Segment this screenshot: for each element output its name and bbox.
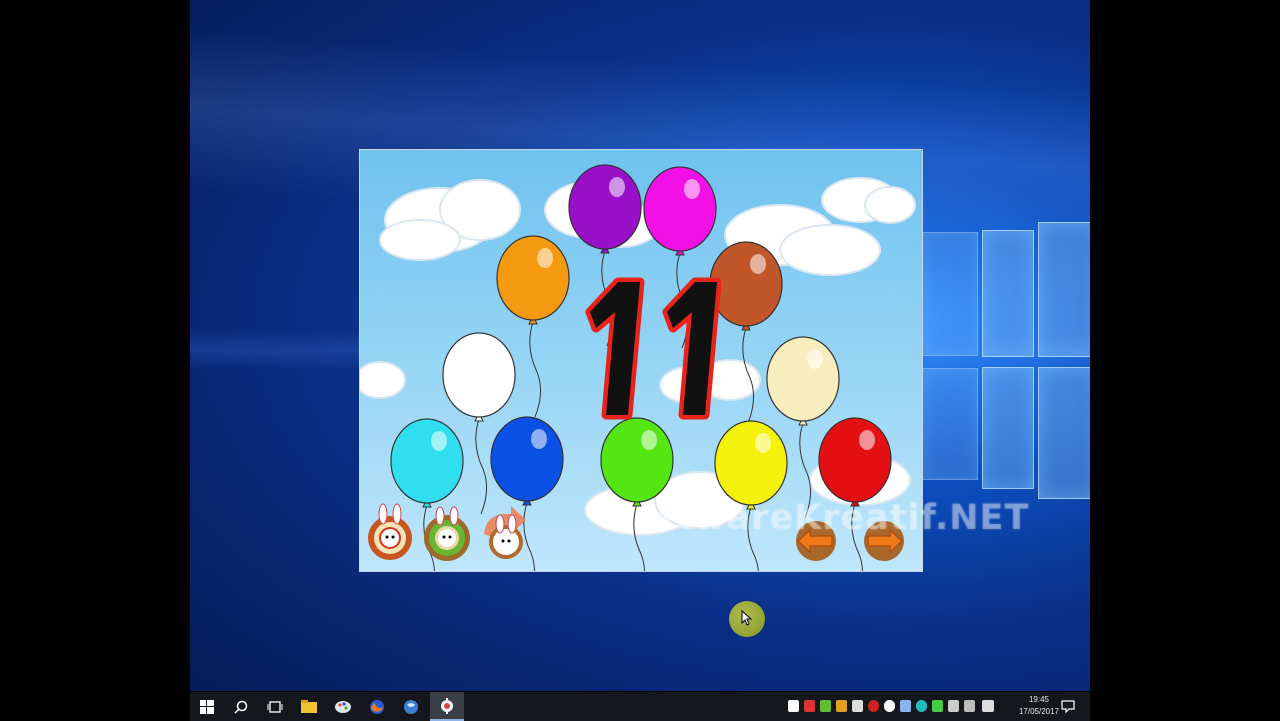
number-eleven <box>585 277 722 420</box>
app-globe-icon[interactable] <box>394 692 428 721</box>
tray-cloud-icon[interactable] <box>884 700 895 712</box>
volume-icon[interactable] <box>982 700 994 712</box>
game-app-icon[interactable] <box>430 692 464 721</box>
tray-app-icon[interactable] <box>868 700 879 712</box>
bunny-return-icon[interactable] <box>484 506 526 559</box>
clock[interactable]: 19:45 17/05/2017 <box>1016 694 1062 718</box>
bunny-target-icon[interactable] <box>368 503 412 560</box>
mouse-pointer-icon <box>741 610 753 626</box>
notification-icon[interactable] <box>1060 698 1076 714</box>
tray-app-icon[interactable] <box>916 700 927 712</box>
start-icon[interactable] <box>190 692 224 721</box>
tray-app-icon[interactable] <box>932 700 943 712</box>
tray-battery-icon[interactable] <box>820 700 831 712</box>
clock-date: 17/05/2017 <box>1018 707 1060 716</box>
clock-time: 19:45 <box>1028 695 1050 704</box>
tray-app-icon[interactable] <box>964 700 975 712</box>
tray-app-icon[interactable] <box>804 700 815 712</box>
bunny-gear-icon[interactable] <box>424 506 470 561</box>
firefox-icon[interactable] <box>360 692 394 721</box>
network-icon[interactable] <box>948 700 959 712</box>
tray-app-icon[interactable] <box>836 700 847 712</box>
search-icon[interactable] <box>224 692 258 721</box>
cursor-highlight <box>729 601 765 637</box>
windows-logo-wallpaper <box>922 222 1090 512</box>
taskbar: 19:45 17/05/2017 <box>190 691 1090 721</box>
tray-app-icon[interactable] <box>852 700 863 712</box>
file-explorer-icon[interactable] <box>292 692 326 721</box>
watermark-text: SoftwareKreatif.NET <box>608 498 1030 538</box>
bluetooth-icon[interactable] <box>900 700 911 712</box>
task-view-icon[interactable] <box>258 692 292 721</box>
paint-icon[interactable] <box>326 692 360 721</box>
tray-shield-icon[interactable] <box>788 700 799 712</box>
